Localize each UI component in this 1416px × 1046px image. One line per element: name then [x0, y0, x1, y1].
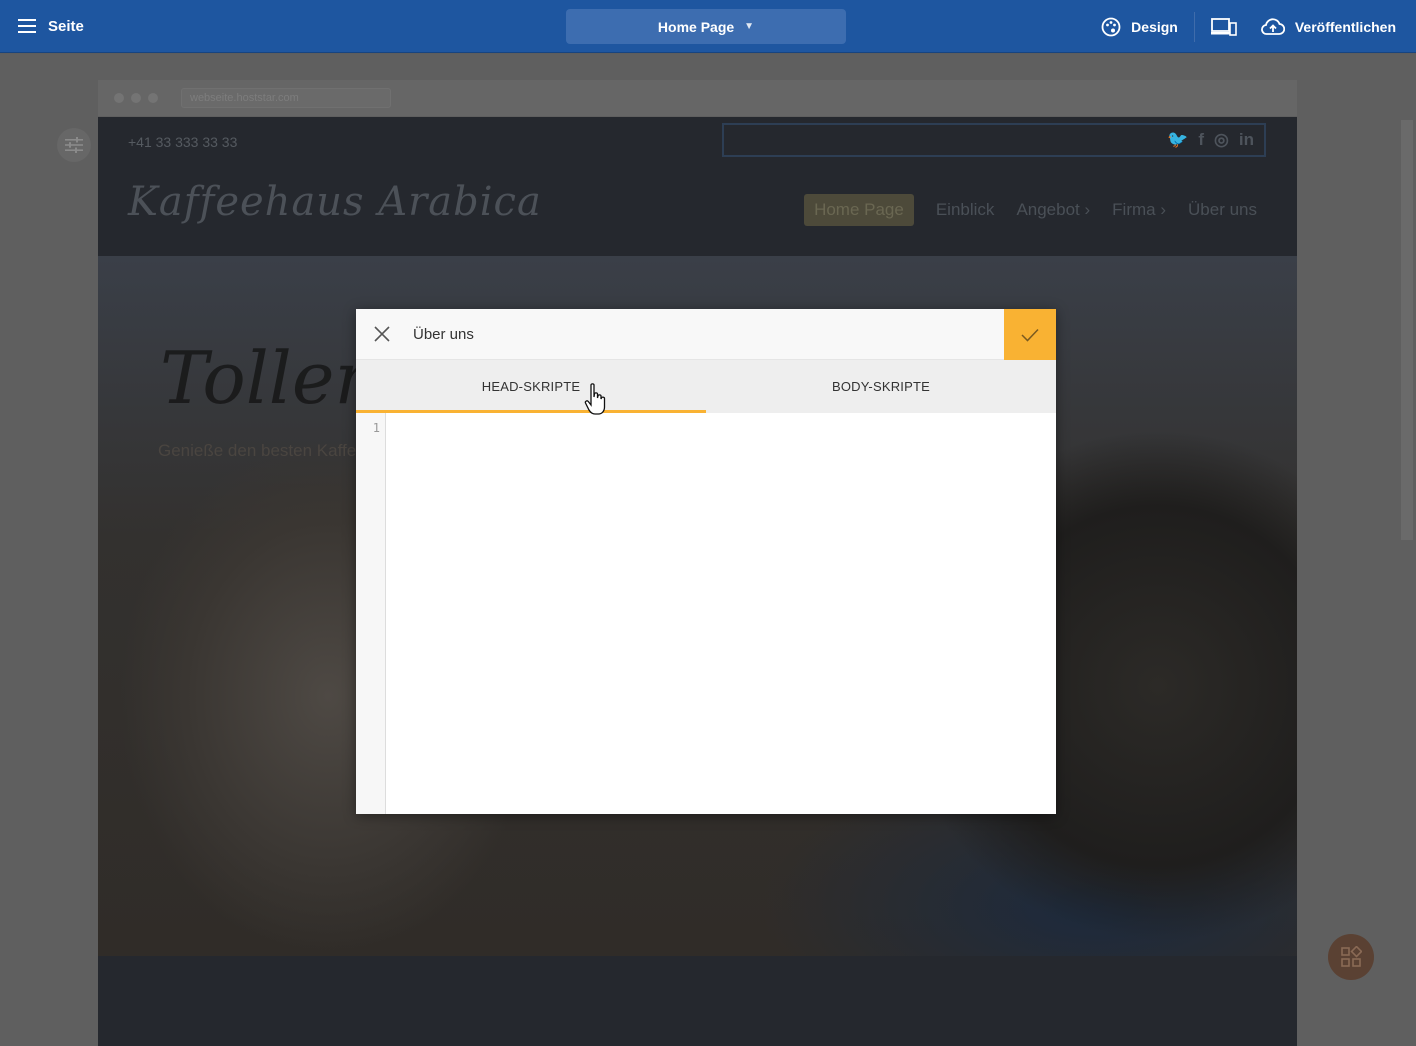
- hero-subtitle: Genieße den besten Kaffe: [158, 441, 357, 460]
- site-section: [98, 956, 1297, 1046]
- toolbar-divider: [1193, 11, 1195, 42]
- tab-body-scripts[interactable]: BODY-SKRIPTE: [706, 360, 1056, 413]
- script-editor-dialog: Über uns HEAD-SKRIPTE BODY-SKRIPTE 1: [356, 309, 1056, 814]
- page-settings-button[interactable]: [57, 128, 91, 162]
- window-dot-icon: [114, 93, 124, 103]
- canvas-scrollbar[interactable]: [1401, 120, 1413, 540]
- publish-button[interactable]: Veröffentlichen: [1260, 17, 1396, 36]
- facebook-icon: f: [1198, 130, 1205, 149]
- page-selector-dropdown[interactable]: Home Page ▼: [566, 9, 846, 44]
- site-nav: Home Page Einblick Angebot › Firma › Übe…: [804, 194, 1257, 226]
- device-preview-button[interactable]: [1210, 17, 1247, 36]
- publish-label: Veröffentlichen: [1294, 18, 1396, 35]
- palette-icon: [1101, 17, 1121, 36]
- site-nav-item-home: Home Page: [804, 194, 914, 226]
- add-widget-button[interactable]: [1328, 934, 1374, 980]
- instagram-icon: ◎: [1214, 130, 1229, 149]
- caret-down-icon: ▼: [744, 21, 755, 32]
- top-toolbar: Seite Home Page ▼ Design Veröffentlichen: [0, 0, 1416, 53]
- site-logo: Kaffeehaus Arabica: [128, 179, 542, 225]
- design-label: Design: [1131, 18, 1178, 35]
- dialog-header: Über uns: [356, 309, 1056, 360]
- script-tabs: HEAD-SKRIPTE BODY-SKRIPTE: [356, 360, 1056, 413]
- code-input-area[interactable]: [386, 413, 1056, 814]
- window-dot-icon: [148, 93, 158, 103]
- linkedin-icon: in: [1238, 130, 1254, 149]
- tab-head-scripts[interactable]: HEAD-SKRIPTE: [356, 360, 706, 413]
- line-number-gutter: 1: [356, 413, 386, 814]
- page-selector-value: Home Page: [657, 18, 735, 35]
- dialog-title: Über uns: [413, 325, 474, 343]
- cloud-upload-icon: [1260, 17, 1285, 35]
- site-nav-item-ueber-uns: Über uns: [1188, 200, 1257, 219]
- devices-icon: [1210, 17, 1237, 36]
- hand-pointer-icon: [584, 383, 606, 415]
- checkmark-icon: [1021, 328, 1039, 342]
- code-editor[interactable]: 1: [356, 413, 1056, 814]
- widgets-icon: [1341, 946, 1362, 967]
- close-icon: [374, 326, 390, 342]
- confirm-dialog-button[interactable]: [1004, 309, 1056, 360]
- close-dialog-button[interactable]: [356, 309, 408, 360]
- window-dot-icon: [131, 93, 141, 103]
- line-number: 1: [372, 421, 380, 435]
- design-button[interactable]: Design: [1101, 17, 1178, 37]
- browser-chrome: webseite.hoststar.com: [98, 80, 1297, 116]
- page-menu-button[interactable]: Seite: [0, 0, 84, 52]
- hamburger-menu-icon: [18, 19, 36, 33]
- site-nav-item-firma: Firma ›: [1112, 200, 1167, 219]
- social-links-bar: 🐦 f ◎ in: [722, 123, 1266, 157]
- twitter-icon: 🐦: [1167, 130, 1189, 149]
- page-menu-label: Seite: [48, 17, 84, 35]
- site-header: +41 33 333 33 33 🐦 f ◎ in Kaffeehaus Ara…: [98, 117, 1297, 256]
- site-nav-item-einblick: Einblick: [935, 200, 995, 219]
- site-nav-item-angebot: Angebot ›: [1016, 200, 1091, 219]
- sliders-icon: [65, 137, 83, 153]
- site-phone: +41 33 333 33 33: [128, 134, 238, 150]
- url-bar: webseite.hoststar.com: [181, 88, 391, 108]
